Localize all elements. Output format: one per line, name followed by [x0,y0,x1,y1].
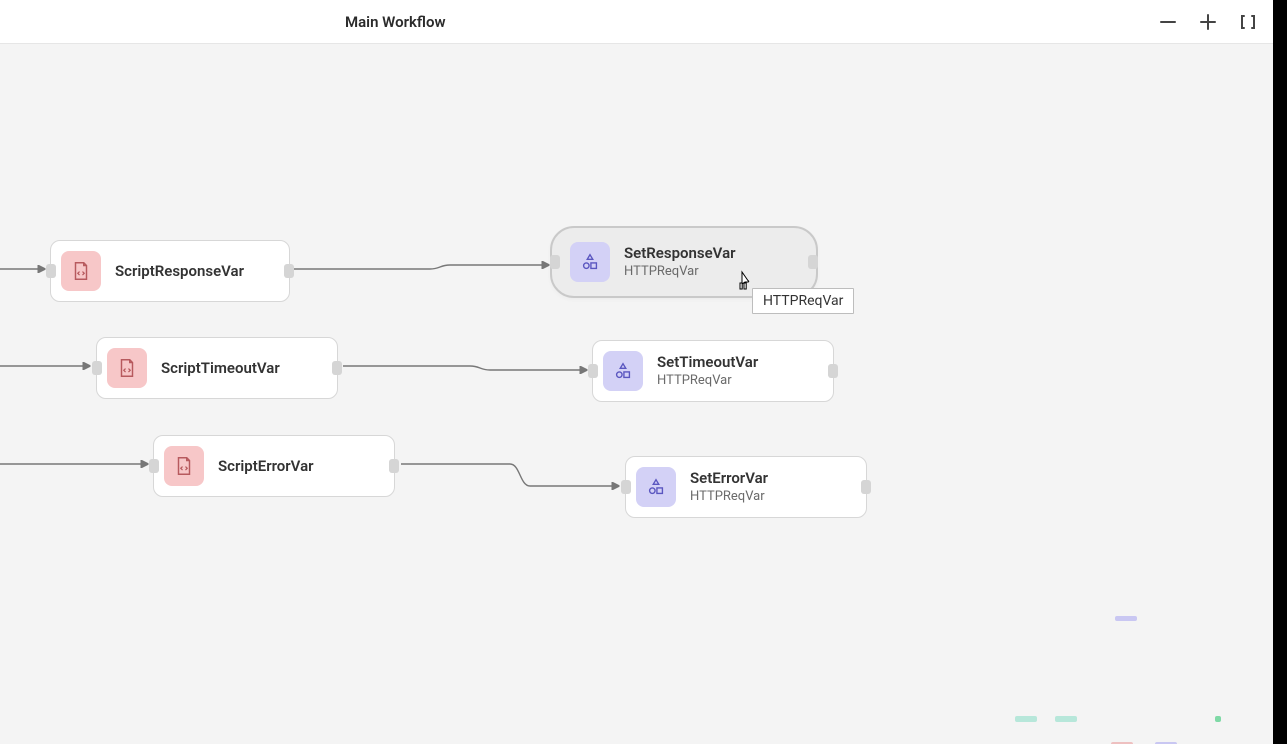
tooltip-text: HTTPReqVar [763,293,843,309]
add-button[interactable] [1199,13,1217,31]
tooltip: HTTPReqVar [752,288,854,314]
node-title: ScriptErrorVar [218,457,314,476]
workflow-title: Main Workflow [345,13,446,31]
variable-icon [603,351,643,391]
script-icon [107,348,147,388]
node-title: SetTimeoutVar [657,353,758,372]
input-handle[interactable] [92,361,102,375]
node-subtitle: HTTPReqVar [657,373,758,389]
output-handle[interactable] [808,255,818,269]
node-title: SetErrorVar [690,469,768,488]
output-handle[interactable] [284,264,294,278]
window-right-edge [1273,0,1287,744]
node-script-timeout[interactable]: ScriptTimeoutVar [96,337,338,399]
input-handle[interactable] [588,364,598,378]
node-set-timeout[interactable]: SetTimeoutVar HTTPReqVar [592,340,834,402]
script-icon [164,446,204,486]
output-handle[interactable] [332,361,342,375]
workflow-canvas[interactable]: ScriptResponseVar SetResponseVar HTTPReq… [0,44,1273,744]
output-handle[interactable] [828,364,838,378]
node-set-error[interactable]: SetErrorVar HTTPReqVar [625,456,867,518]
variable-icon [636,467,676,507]
script-icon [61,251,101,291]
header-actions [1159,13,1257,31]
fullscreen-button[interactable] [1239,13,1257,31]
minimize-button[interactable] [1159,13,1177,31]
node-title: SetResponseVar [624,244,736,263]
node-subtitle: HTTPReqVar [690,489,768,505]
output-handle[interactable] [389,459,399,473]
node-script-error[interactable]: ScriptErrorVar [153,435,395,497]
minimap [1015,586,1245,736]
input-handle[interactable] [621,480,631,494]
node-subtitle: HTTPReqVar [624,264,736,280]
input-handle[interactable] [46,264,56,278]
node-title: ScriptResponseVar [115,262,244,281]
header-bar: Main Workflow [0,0,1273,44]
node-title: ScriptTimeoutVar [161,359,280,378]
node-script-response[interactable]: ScriptResponseVar [50,240,290,302]
variable-icon [570,242,610,282]
input-handle[interactable] [550,255,560,269]
output-handle[interactable] [861,480,871,494]
input-handle[interactable] [149,459,159,473]
